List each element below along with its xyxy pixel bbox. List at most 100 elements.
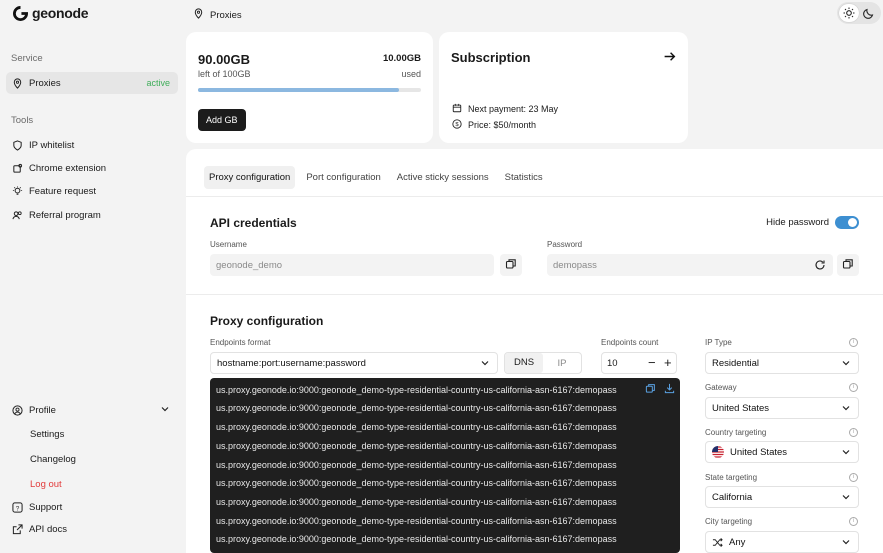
divider: [186, 196, 883, 197]
svg-text:?: ?: [16, 505, 20, 512]
external-link-icon: [12, 523, 23, 535]
price-text: Price: $50/month: [468, 120, 537, 130]
gateway-select[interactable]: United States: [705, 397, 859, 419]
proxy-line: us.proxy.geonode.io:9000:geonode_demo-ty…: [216, 422, 617, 432]
username-label: Username: [210, 240, 247, 249]
sidebar-item-feature-request[interactable]: Feature request: [6, 180, 178, 202]
svg-text:$: $: [455, 122, 459, 128]
chevron-down-icon: [841, 537, 851, 550]
hide-password-toggle[interactable]: [835, 216, 859, 229]
breadcrumb: Proxies: [193, 8, 242, 22]
shuffle-icon: [712, 537, 723, 548]
chevron-down-icon: [841, 492, 851, 505]
gateway-label: Gateway: [705, 383, 737, 392]
sidebar-item-proxies[interactable]: Proxies active: [6, 72, 178, 94]
proxy-line: us.proxy.geonode.io:9000:geonode_demo-ty…: [216, 460, 617, 470]
hide-password-toggle-row[interactable]: Hide password: [766, 216, 859, 229]
add-gb-button[interactable]: Add GB: [198, 109, 246, 131]
breadcrumb-label: Proxies: [210, 9, 242, 21]
extension-icon: [12, 163, 23, 174]
sidebar-item-referral-program[interactable]: Referral program: [6, 204, 178, 226]
price-row: $ Price: $50/month: [452, 119, 536, 131]
sun-icon[interactable]: [839, 4, 859, 22]
tab-port-configuration[interactable]: Port configuration: [301, 166, 385, 189]
sidebar-item-label: IP whitelist: [29, 139, 75, 151]
sidebar-item-label: Feature request: [29, 185, 97, 197]
copy-username-button[interactable]: [500, 254, 522, 276]
ip-type-select[interactable]: Residential: [705, 352, 859, 374]
sidebar-item-api-docs[interactable]: API docs: [6, 518, 178, 540]
state-targeting-select[interactable]: California: [705, 486, 859, 508]
logo-text: geonode: [32, 5, 89, 21]
endpoints-count-stepper[interactable]: 10 − +: [601, 352, 677, 374]
subscription-card[interactable]: Subscription Next payment: 23 May $ Pric…: [439, 32, 688, 143]
sidebar-item-label: API docs: [29, 523, 68, 535]
minus-icon[interactable]: −: [648, 355, 656, 370]
refresh-icon[interactable]: [814, 259, 826, 273]
usage-progress-fill: [198, 88, 399, 92]
password-field[interactable]: demopass: [547, 254, 833, 276]
proxy-line: us.proxy.geonode.io:9000:geonode_demo-ty…: [216, 441, 617, 451]
sidebar-item-profile[interactable]: Profile: [6, 399, 178, 421]
country-targeting-label: Country targeting: [705, 428, 767, 437]
info-icon[interactable]: i: [849, 428, 858, 437]
ip-option[interactable]: IP: [543, 358, 581, 369]
city-targeting-select[interactable]: Any: [705, 531, 859, 553]
moon-icon[interactable]: [859, 4, 879, 22]
dollar-icon: $: [452, 119, 462, 131]
country-targeting-select[interactable]: United States: [705, 441, 859, 463]
proxy-line: us.proxy.geonode.io:9000:geonode_demo-ty…: [216, 497, 617, 507]
endpoints-format-select[interactable]: hostname:port:username:password: [210, 352, 498, 374]
chevron-down-icon: [160, 404, 170, 417]
info-icon[interactable]: i: [849, 473, 858, 482]
sidebar-item-support[interactable]: ? Support: [6, 496, 178, 518]
copy-icon[interactable]: [645, 383, 656, 396]
proxy-line: us.proxy.geonode.io:9000:geonode_demo-ty…: [216, 385, 617, 395]
remaining-value: 90.00GB: [198, 52, 251, 67]
main-panel: Proxy configuration Port configuration A…: [186, 149, 883, 553]
logout-link[interactable]: Log out: [30, 479, 62, 490]
status-badge: active: [146, 78, 170, 88]
chevron-down-icon: [841, 447, 851, 460]
copy-password-button[interactable]: [837, 254, 859, 276]
tab-statistics[interactable]: Statistics: [500, 166, 548, 189]
info-icon[interactable]: i: [849, 517, 858, 526]
location-pin-icon: [193, 8, 204, 22]
info-icon[interactable]: i: [849, 383, 858, 392]
plus-icon[interactable]: +: [664, 355, 672, 370]
arrow-right-icon[interactable]: [663, 50, 676, 65]
proxy-list-tools: [645, 383, 675, 396]
proxy-configuration-title: Proxy configuration: [210, 314, 324, 328]
api-credentials-title: API credentials: [210, 216, 297, 230]
logo[interactable]: geonode: [13, 5, 89, 21]
shield-icon: [12, 139, 23, 151]
city-value: Any: [729, 536, 746, 548]
gateway-value: United States: [712, 402, 770, 414]
sidebar-item-label: Support: [29, 501, 63, 513]
ip-type-value: Residential: [712, 357, 759, 369]
theme-toggle[interactable]: [837, 2, 881, 24]
dns-ip-switch[interactable]: DNS IP: [504, 352, 582, 374]
chevron-down-icon: [841, 403, 851, 416]
tools-section-label: Tools: [11, 115, 34, 126]
endpoints-format-value: hostname:port:username:password: [217, 357, 366, 369]
sidebar-item-chrome-extension[interactable]: Chrome extension: [6, 157, 178, 179]
dns-option[interactable]: DNS: [505, 353, 543, 373]
tab-bar: Proxy configuration Port configuration A…: [204, 166, 554, 189]
tab-proxy-configuration[interactable]: Proxy configuration: [204, 166, 296, 189]
download-icon[interactable]: [664, 383, 675, 396]
tab-active-sticky-sessions[interactable]: Active sticky sessions: [392, 166, 494, 189]
proxy-endpoints-list[interactable]: us.proxy.geonode.io:9000:geonode_demo-ty…: [210, 378, 680, 553]
sidebar-item-label: Proxies: [29, 77, 61, 89]
user-circle-icon: [12, 404, 23, 416]
sidebar-item-label: Referral program: [29, 209, 101, 221]
proxy-line: us.proxy.geonode.io:9000:geonode_demo-ty…: [216, 516, 617, 526]
proxy-line: us.proxy.geonode.io:9000:geonode_demo-ty…: [216, 534, 617, 544]
sidebar-item-settings[interactable]: Settings: [30, 429, 64, 440]
sidebar-item-ip-whitelist[interactable]: IP whitelist: [6, 134, 178, 156]
proxy-line: us.proxy.geonode.io:9000:geonode_demo-ty…: [216, 403, 617, 413]
info-icon[interactable]: i: [849, 338, 858, 347]
sidebar-item-changelog[interactable]: Changelog: [30, 454, 76, 465]
username-field[interactable]: geonode_demo: [210, 254, 494, 276]
proxy-line: us.proxy.geonode.io:9000:geonode_demo-ty…: [216, 478, 617, 488]
